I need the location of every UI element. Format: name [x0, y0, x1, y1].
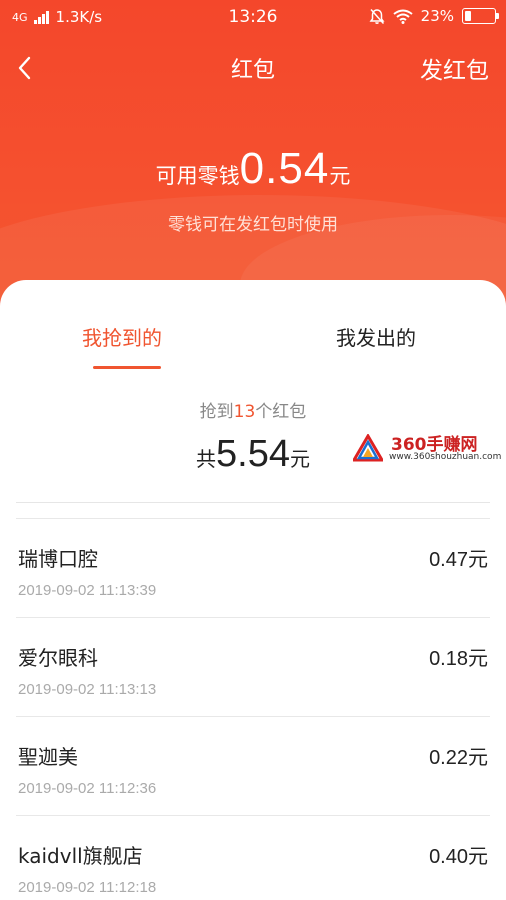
- list-item[interactable]: 爱尔眼科 0.18元 2019-09-02 11:13:13: [16, 617, 490, 716]
- summary-count: 13: [233, 402, 256, 422]
- merchant-name: 瑞博口腔: [18, 547, 98, 571]
- summary-prefix: 抢到: [199, 402, 234, 422]
- record-amount: 0.22元: [429, 747, 488, 769]
- total-unit: 元: [289, 447, 310, 471]
- total-prefix: 共: [196, 447, 217, 471]
- battery-percent: 23%: [420, 7, 454, 25]
- merchant-name: 聖迦美: [18, 745, 78, 769]
- record-time: 2019-09-02 11:12:36: [18, 780, 157, 797]
- summary-suffix: 个红包: [255, 402, 307, 422]
- list-item[interactable]: kaidvll旗舰店 0.40元 2019-09-02 11:12:18: [16, 815, 490, 900]
- record-time: 2019-09-02 11:12:18: [18, 879, 157, 896]
- divider: [16, 502, 490, 503]
- record-amount: 0.40元: [429, 846, 488, 868]
- mute-bell-icon: [369, 8, 385, 24]
- record-amount: 0.18元: [429, 648, 488, 670]
- balance-hint: 零钱可在发红包时使用: [168, 215, 338, 235]
- balance-unit: 元: [329, 164, 351, 188]
- wifi-icon: [393, 9, 413, 24]
- balance-display: 可用零钱0.54元: [0, 144, 506, 194]
- tab-active-indicator: [93, 366, 161, 369]
- tab-bar: 我抢到的 我发出的: [0, 280, 506, 375]
- watermark-logo-icon: [353, 434, 383, 462]
- send-red-packet-button[interactable]: 发红包: [420, 51, 489, 85]
- merchant-name: kaidvll旗舰店: [18, 844, 143, 868]
- status-bar: 4G 1.3K/s 13:26 23%: [0, 0, 506, 34]
- record-time: 2019-09-02 11:13:13: [18, 681, 157, 698]
- balance-label: 可用零钱: [155, 164, 240, 188]
- list-item[interactable]: 瑞博口腔 0.47元 2019-09-02 11:13:39: [16, 518, 490, 617]
- nav-bar: 红包 发红包: [0, 40, 506, 96]
- site-watermark: 360手赚网 www.360shouzhuan.com: [353, 428, 503, 468]
- status-right: 23%: [369, 7, 499, 25]
- tab-received[interactable]: 我抢到的: [82, 322, 162, 351]
- merchant-name: 爱尔眼科: [18, 646, 98, 670]
- list-item[interactable]: 聖迦美 0.22元 2019-09-02 11:12:36: [16, 716, 490, 815]
- record-time: 2019-09-02 11:13:39: [18, 582, 157, 599]
- records-card: 我抢到的 我发出的 抢到13个红包 共5.54元 360手赚网 www.360s…: [0, 280, 506, 900]
- battery-icon: [462, 8, 499, 24]
- balance-amount: 0.54: [239, 144, 330, 193]
- battery-level: [465, 11, 471, 21]
- records-list: 瑞博口腔 0.47元 2019-09-02 11:13:39 爱尔眼科 0.18…: [0, 518, 506, 900]
- tab-sent[interactable]: 我发出的: [336, 322, 416, 351]
- record-amount: 0.47元: [429, 549, 488, 571]
- header-banner: 4G 1.3K/s 13:26 23% 红包 发红包 可用零钱0.54元 零钱可…: [0, 0, 506, 300]
- watermark-url: www.360shouzhuan.com: [389, 452, 502, 462]
- received-summary: 抢到13个红包: [0, 397, 506, 422]
- total-amount: 5.54: [216, 433, 290, 475]
